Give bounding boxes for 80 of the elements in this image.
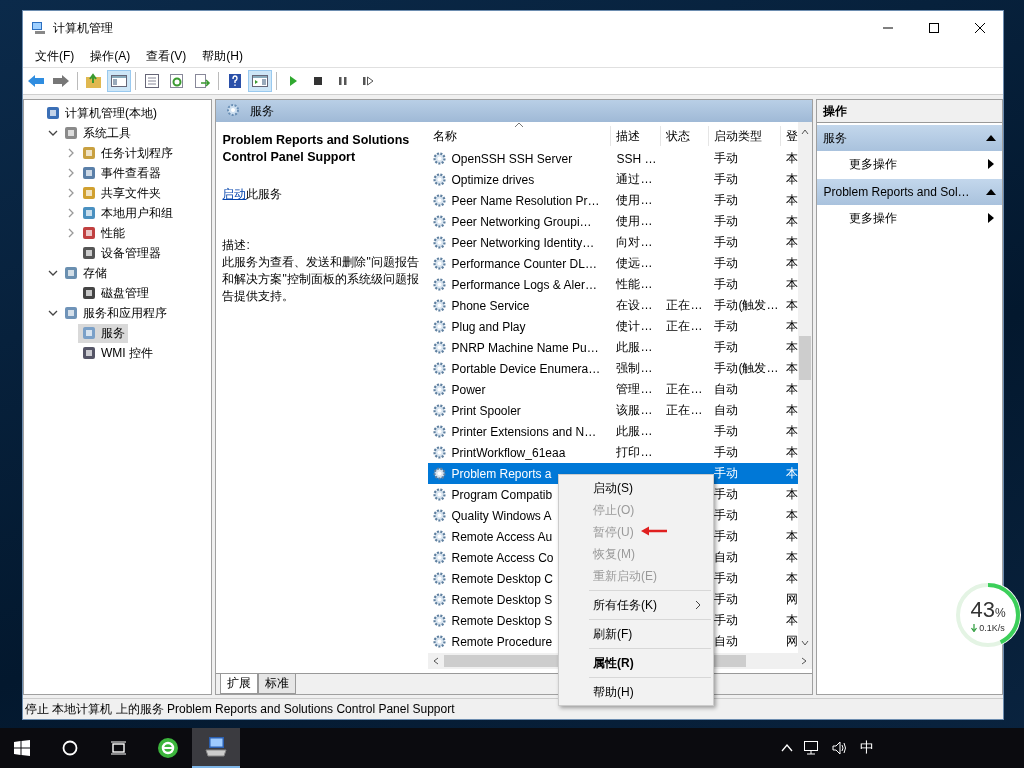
section-title: Problem Reports and Sol… bbox=[823, 185, 970, 199]
table-cell: 手动 bbox=[714, 213, 739, 230]
table-cell: 正在… bbox=[666, 381, 703, 398]
table-cell: 手动(触发… bbox=[714, 297, 779, 314]
table-cell: 使远… bbox=[616, 255, 653, 272]
table-cell: 本 bbox=[786, 171, 799, 188]
table-cell: 正在… bbox=[666, 318, 703, 335]
table-cell: 本 bbox=[786, 255, 799, 272]
table-cell: 本 bbox=[786, 339, 799, 356]
table-cell: 此服… bbox=[616, 339, 653, 356]
table-cell: 手动 bbox=[714, 318, 739, 335]
table-cell: 手动 bbox=[714, 339, 739, 356]
status-text: 停止 本地计算机 上的服务 Problem Reports and Solutions Control Panel Support bbox=[25, 700, 455, 718]
table-cell: 手动 bbox=[714, 171, 739, 188]
table-cell: 手动 bbox=[714, 507, 739, 524]
table-cell: 本 bbox=[786, 213, 799, 230]
table-cell: 网 bbox=[786, 591, 799, 608]
table-cell: SSH … bbox=[616, 151, 657, 166]
table-cell: 本 bbox=[786, 486, 799, 503]
table-cell: 手动 bbox=[714, 528, 739, 545]
table-cell: 性能… bbox=[616, 276, 653, 293]
description-label: 描述: bbox=[222, 237, 251, 254]
table-cell: 自动 bbox=[714, 402, 739, 419]
table-cell: 使用… bbox=[616, 213, 653, 230]
table-cell: 通过… bbox=[616, 171, 653, 188]
table-cell: 手动 bbox=[714, 276, 739, 293]
service-title: Problem Reports and Solutions Control Panel Support bbox=[222, 132, 411, 166]
table-cell: 本 bbox=[786, 276, 799, 293]
table-cell: 手动(触发… bbox=[714, 360, 779, 377]
table-cell: 手动 bbox=[714, 612, 739, 629]
table-cell: 该服… bbox=[616, 402, 653, 419]
table-cell: 本 bbox=[786, 234, 799, 251]
table-cell: 手动 bbox=[714, 192, 739, 209]
table-cell: 本 bbox=[786, 528, 799, 545]
table-cell: 管理… bbox=[616, 381, 653, 398]
table-cell: 向对… bbox=[616, 234, 653, 251]
pane-title: 服务 bbox=[250, 102, 275, 120]
table-cell: 本 bbox=[786, 297, 799, 314]
table-cell: 手动 bbox=[714, 444, 739, 461]
table-cell: 本 bbox=[786, 150, 799, 167]
table-cell: 自动 bbox=[714, 633, 739, 650]
table-cell: 本 bbox=[786, 381, 799, 398]
table-cell: 手动 bbox=[714, 234, 739, 251]
table-cell: 在设… bbox=[616, 297, 653, 314]
table-cell: 自动 bbox=[714, 549, 739, 566]
table-cell: 本 bbox=[786, 570, 799, 587]
table-cell: 使计… bbox=[616, 318, 653, 335]
description-text: 此服务为查看、发送和删除"问题报告和解决方案"控制面板的系统级问题报告提供支持。 bbox=[222, 254, 420, 305]
section-title: 服务 bbox=[823, 129, 848, 147]
table-cell: 正在… bbox=[666, 402, 703, 419]
table-cell: 此服… bbox=[616, 423, 653, 440]
window-title: 计算机管理 bbox=[53, 19, 113, 37]
table-cell: 手动 bbox=[714, 570, 739, 587]
table-cell: 本 bbox=[786, 402, 799, 419]
table-cell: 本 bbox=[786, 360, 799, 377]
table-cell: 本 bbox=[786, 465, 799, 482]
table-cell: 本 bbox=[786, 612, 799, 629]
percent-value: 43 bbox=[970, 597, 995, 623]
table-cell: 手动 bbox=[714, 486, 739, 503]
table-cell: 网 bbox=[786, 633, 799, 650]
table-cell: 本 bbox=[786, 192, 799, 209]
table-cell: 本 bbox=[786, 507, 799, 524]
table-cell: 手动 bbox=[714, 423, 739, 440]
table-cell: 手动 bbox=[714, 255, 739, 272]
table-cell: 本 bbox=[786, 423, 799, 440]
table-cell: 强制… bbox=[616, 360, 653, 377]
table-cell: 手动 bbox=[714, 591, 739, 608]
table-cell: 本 bbox=[786, 318, 799, 335]
action-sentence: 启动此服务 bbox=[222, 186, 284, 203]
table-cell: 本 bbox=[786, 444, 799, 461]
table-cell: 手动 bbox=[714, 150, 739, 167]
table-cell: 自动 bbox=[714, 381, 739, 398]
table-cell: 本 bbox=[786, 549, 799, 566]
percent-unit: % bbox=[994, 606, 1006, 620]
table-cell: 使用… bbox=[616, 192, 653, 209]
speed-value: 0.1K/s bbox=[979, 623, 1005, 633]
table-cell: 打印… bbox=[616, 444, 653, 461]
actions-header: 操作 bbox=[817, 100, 1002, 123]
table-cell: 正在… bbox=[666, 297, 703, 314]
table-cell: 手动 bbox=[714, 465, 739, 482]
